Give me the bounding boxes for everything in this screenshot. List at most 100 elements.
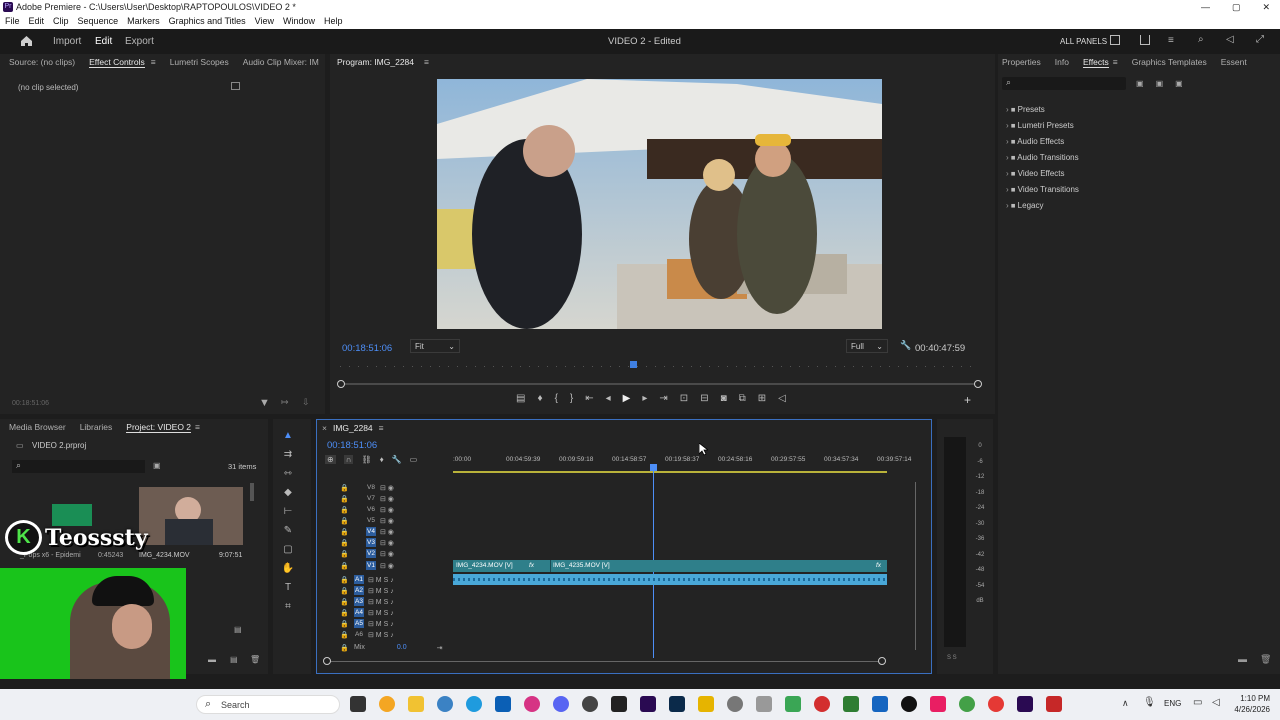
save-icon[interactable]: ⇩ <box>302 397 310 408</box>
import-tab[interactable]: Import <box>53 36 81 47</box>
menu-sequence[interactable]: Sequence <box>78 14 119 29</box>
clip-thumbnail[interactable] <box>139 487 243 545</box>
timeline-ruler[interactable]: :00:00 00:04:59:39 00:09:59:18 00:14:58:… <box>453 456 911 463</box>
chrome-icon-2[interactable] <box>959 696 975 712</box>
solo-buttons[interactable]: S S <box>947 655 957 661</box>
menu-help[interactable]: Help <box>324 14 343 29</box>
track-v1[interactable]: 🔒 V1 ⊟ ◉ <box>340 560 450 571</box>
caption-tool-icon[interactable]: ⌗ <box>285 601 291 612</box>
tab-audio-clip-mixer[interactable]: Audio Clip Mixer: IM <box>243 57 319 67</box>
playhead-marker[interactable] <box>630 361 637 368</box>
mix-value[interactable]: 0.0 <box>397 644 407 651</box>
opera-icon[interactable] <box>988 696 1004 712</box>
search-icon-top[interactable]: ⌕ <box>1198 34 1204 45</box>
track-select-tool-icon[interactable]: ⇉ <box>284 449 292 460</box>
snip-icon[interactable] <box>756 696 772 712</box>
tab-info[interactable]: Info <box>1055 57 1069 67</box>
track-v3[interactable]: 🔒 V3 ⊟ ◉ <box>340 537 450 548</box>
folder-audio-transitions[interactable]: › ■ Audio Transitions <box>1006 150 1079 166</box>
project-search-input[interactable]: ⌕ <box>12 460 145 473</box>
premiere-icon-2[interactable] <box>1017 696 1033 712</box>
app-icon[interactable] <box>611 696 627 712</box>
tab-libraries[interactable]: Libraries <box>80 422 113 432</box>
menu-markers[interactable]: Markers <box>127 14 160 29</box>
fit-dropdown[interactable]: Fit ⌄ <box>410 339 460 353</box>
step-back-icon[interactable]: ◂ <box>606 393 611 404</box>
task-view-icon[interactable] <box>350 696 366 712</box>
menu-file[interactable]: File <box>5 14 20 29</box>
copilot-icon[interactable] <box>379 696 395 712</box>
track-a1[interactable]: 🔒 A1 ⊟ M S ♪ <box>340 574 450 585</box>
effects-search-input[interactable]: ⌕ <box>1002 77 1126 90</box>
rectangle-tool-icon[interactable]: ▢ <box>283 544 292 555</box>
export-icon[interactable]: ↦ <box>281 397 289 408</box>
tab-lumetri-scopes[interactable]: Lumetri Scopes <box>170 57 229 67</box>
premiere-taskbar-icon[interactable] <box>640 696 656 712</box>
tab-source[interactable]: Source: (no clips) <box>9 57 75 67</box>
menu-window[interactable]: Window <box>283 14 315 29</box>
new-bin-icon[interactable]: ▬ <box>1238 654 1247 664</box>
extract-icon[interactable]: ⊟ <box>700 393 708 404</box>
tab-media-browser[interactable]: Media Browser <box>9 422 66 432</box>
track-v5[interactable]: 🔒 V5 ⊟ ◉ <box>340 515 450 526</box>
camera-icon[interactable]: ◙ <box>721 393 727 404</box>
video-clip-track[interactable]: IMG_4234.MOV [V] fx IMG_4235.MOV [V] fx <box>453 560 887 572</box>
new-item-icon[interactable]: ▤ <box>230 655 238 664</box>
marker-icon[interactable]: ♦ <box>537 393 542 404</box>
tiktok-icon[interactable] <box>901 696 917 712</box>
menu-lines-icon[interactable]: ≡ <box>1168 35 1174 46</box>
edge-icon[interactable] <box>466 696 482 712</box>
minimize-button[interactable]: — <box>1201 0 1210 14</box>
comparison-icon[interactable]: ⧉ <box>739 393 746 404</box>
app-icon-6[interactable] <box>872 696 888 712</box>
track-a3[interactable]: 🔒 A3 ⊟ M S ♪ <box>340 596 450 607</box>
tab-graphics-templates[interactable]: Graphics Templates <box>1132 57 1207 67</box>
delete-icon[interactable]: 🗑 <box>1260 654 1271 665</box>
new-folder-icon[interactable]: ▬ <box>208 655 216 664</box>
captions-icon[interactable]: ▭ <box>410 455 418 464</box>
selection-tool-icon[interactable]: ▲ <box>283 430 293 441</box>
menu-graphics[interactable]: Graphics and Titles <box>169 14 246 29</box>
audio-clip-track[interactable] <box>453 574 887 585</box>
app-icon-4[interactable] <box>814 696 830 712</box>
tray-chevron-icon[interactable]: ∧ <box>1122 698 1129 709</box>
quality-dropdown[interactable]: Full ⌄ <box>846 339 888 353</box>
track-a2[interactable]: 🔒 A2 ⊟ M S ♪ <box>340 585 450 596</box>
video-frame[interactable] <box>437 79 882 329</box>
zoom-scrollbar[interactable] <box>340 383 978 385</box>
speaker-icon[interactable]: ◁ <box>1212 697 1220 708</box>
project-delete-icon[interactable]: 🗑 <box>250 655 260 664</box>
track-v8[interactable]: 🔒 V8 ⊟ ◉ <box>340 482 450 493</box>
zoom-right-handle[interactable] <box>878 657 886 665</box>
project-scrollbar[interactable] <box>250 483 254 501</box>
track-scrollbar[interactable] <box>915 482 921 650</box>
lift-icon[interactable]: ⊡ <box>680 393 688 404</box>
all-panels-button[interactable]: ALL PANELS <box>1060 37 1107 46</box>
app-icon-7[interactable] <box>930 696 946 712</box>
program-timecode[interactable]: 00:18:51:06 <box>342 343 392 354</box>
language-indicator[interactable]: ENG <box>1164 699 1181 708</box>
go-to-in-icon[interactable]: ⇤ <box>585 393 593 404</box>
add-button-icon[interactable]: + <box>964 393 971 407</box>
track-a5[interactable]: 🔒 A5 ⊟ M S ♪ <box>340 618 450 629</box>
track-v4[interactable]: 🔒 V4 ⊟ ◉ <box>340 526 450 537</box>
menu-view[interactable]: View <box>255 14 274 29</box>
wrench-icon[interactable]: 🔧 <box>900 340 911 351</box>
track-mix[interactable]: 🔒 Mix 0.0 ⇥ <box>340 642 450 653</box>
timeline-settings-icon[interactable]: 🔧 <box>392 455 402 464</box>
photoshop-icon[interactable] <box>669 696 685 712</box>
volume-icon[interactable]: ◁ <box>1226 34 1234 45</box>
yuv-icon[interactable]: ▣ <box>1175 79 1183 88</box>
tab-project[interactable]: Project: VIDEO 2 <box>126 422 192 433</box>
tab-effects[interactable]: Effects <box>1082 57 1109 68</box>
track-v7[interactable]: 🔒 V7 ⊟ ◉ <box>340 493 450 504</box>
folder-audio-effects[interactable]: › ■ Audio Effects <box>1006 134 1079 150</box>
file-explorer-icon[interactable] <box>408 696 424 712</box>
vr-icon[interactable]: ⊞ <box>758 393 766 404</box>
folder-lumetri-presets[interactable]: › ■ Lumetri Presets <box>1006 118 1079 134</box>
acrobat-icon[interactable] <box>1046 696 1062 712</box>
bin-icon[interactable]: ▣ <box>153 461 161 470</box>
taskbar-search[interactable]: ⌕ Search <box>196 695 340 714</box>
clock[interactable]: 1:10 PM 4/26/2026 <box>1232 693 1270 715</box>
chrome-icon[interactable] <box>437 696 453 712</box>
